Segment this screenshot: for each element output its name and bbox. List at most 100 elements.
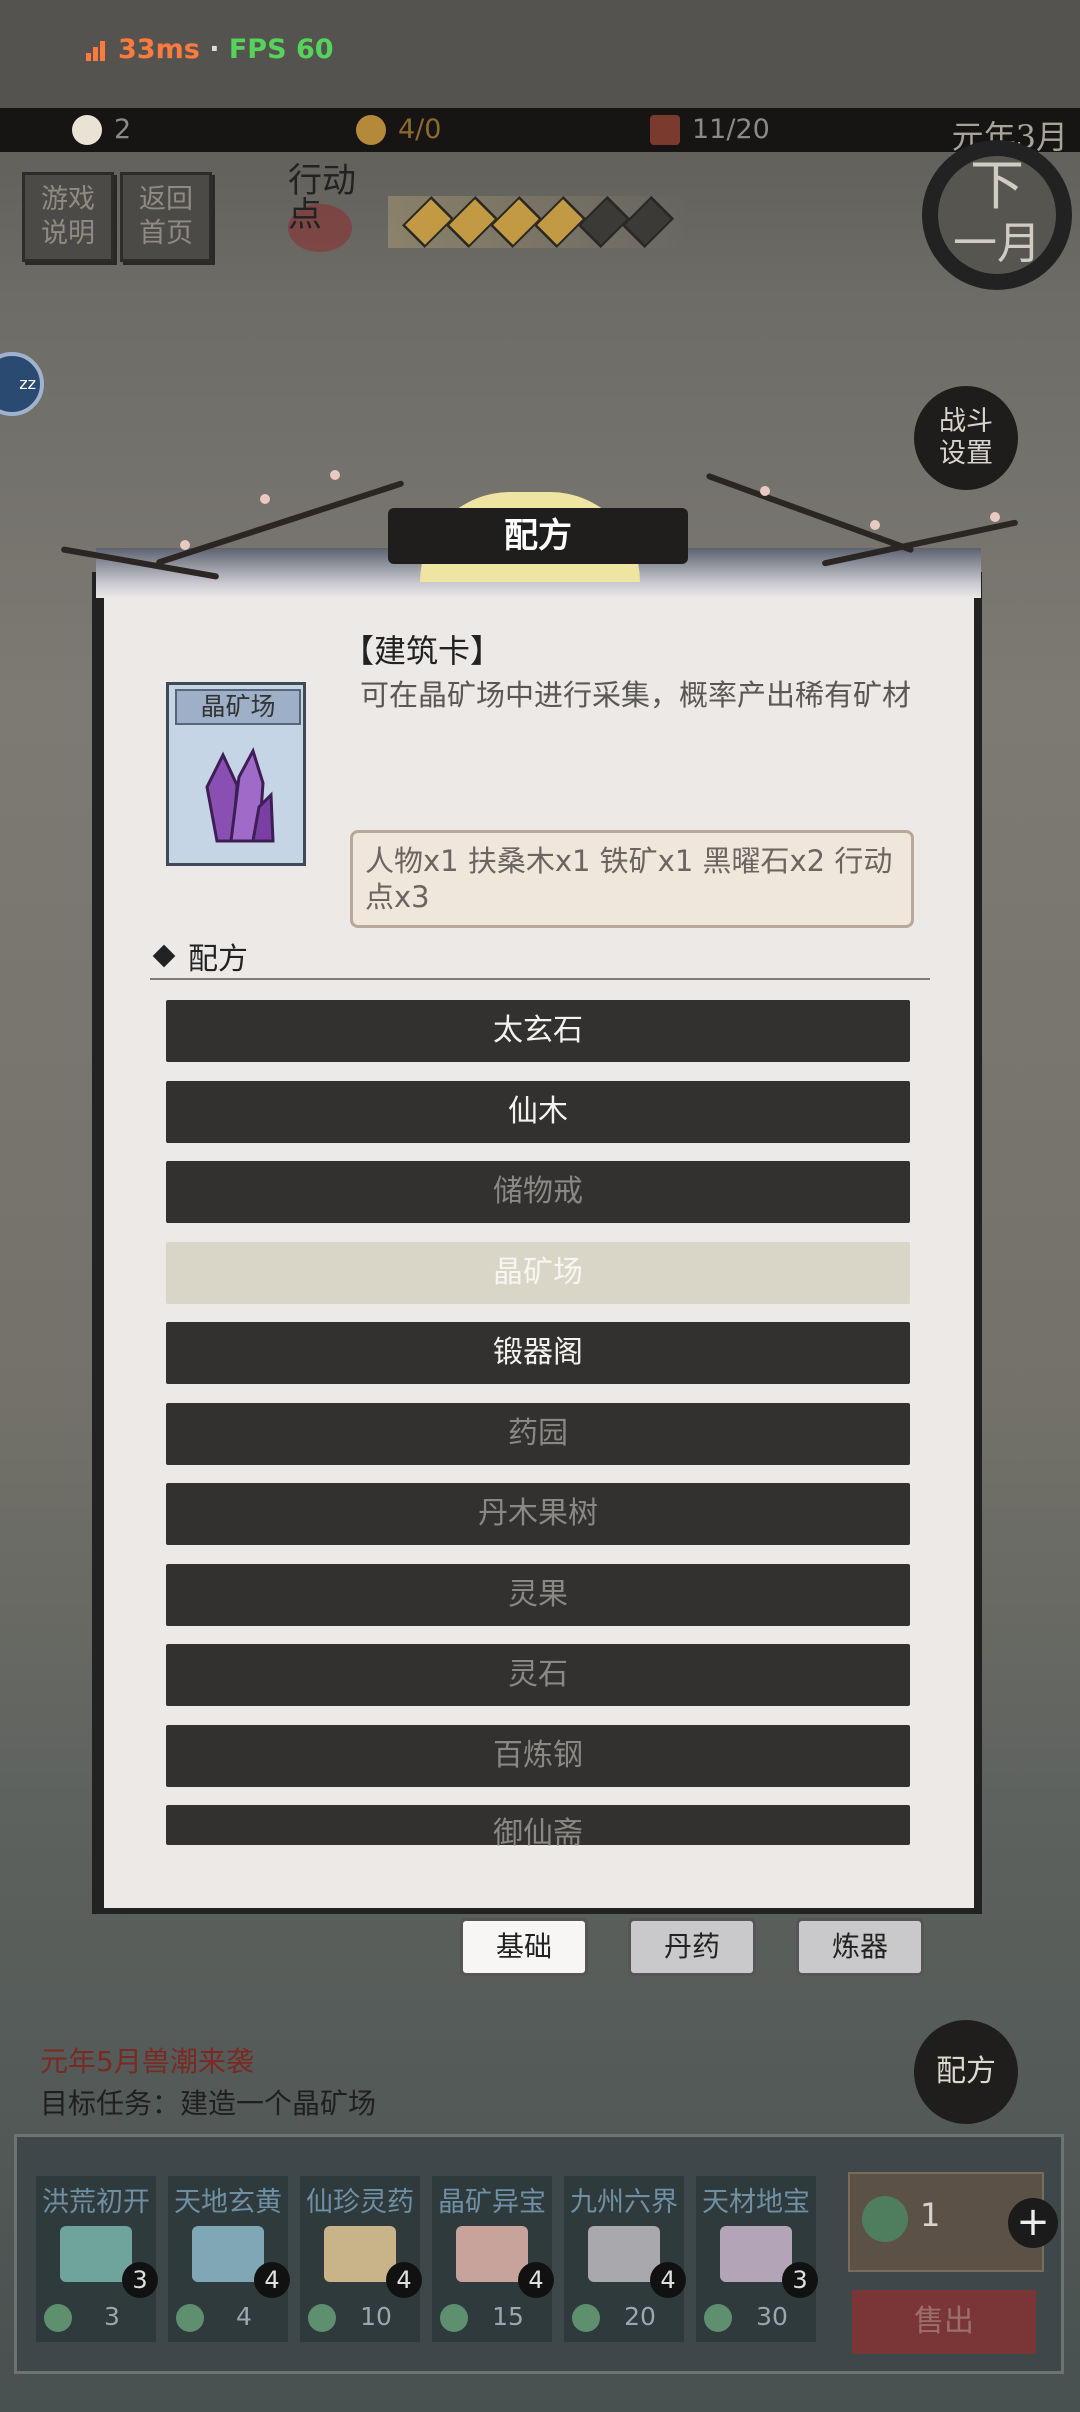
event-notice: 元年5月兽潮来袭 — [40, 2045, 254, 2078]
recipe-item[interactable]: 晶矿场 — [166, 1242, 910, 1304]
card-cost: 人物x1 扶桑木x1 铁矿x1 黑曜石x2 行动点x3 — [350, 830, 914, 928]
chest-icon — [720, 2226, 792, 2282]
food-value: 4/0 — [398, 114, 442, 145]
pack-name: 晶矿异宝 — [438, 2187, 546, 2218]
pack-price: 20 — [624, 2302, 656, 2331]
resource-bar: 2 4/0 11/20 元年3月 — [0, 108, 1080, 156]
add-jade-button[interactable]: + — [1008, 2198, 1058, 2248]
chest-icon — [588, 2226, 660, 2282]
recipe-item[interactable]: 仙木 — [166, 1081, 910, 1143]
recipe-item[interactable]: 百炼钢 — [166, 1725, 910, 1787]
return-home-label: 返回首页 — [139, 184, 193, 249]
person-icon — [72, 114, 102, 145]
game-help-button[interactable]: 游戏说明 — [22, 172, 114, 262]
network-stats: 33ms · FPS 60 — [86, 34, 334, 65]
recipe-item[interactable]: 丹木果树 — [166, 1483, 910, 1545]
jade-icon — [704, 2304, 732, 2332]
recipe-item[interactable]: 太玄石 — [166, 1000, 910, 1062]
tab-pills[interactable]: 丹药 — [628, 1918, 756, 1976]
pack-count: 4 — [386, 2262, 422, 2298]
ping-value: 33ms — [118, 34, 200, 65]
return-home-button[interactable]: 返回首页 — [120, 172, 212, 262]
card-pack[interactable]: 洪荒初开 3 3 — [36, 2176, 158, 2342]
blossom — [330, 470, 340, 480]
pack-price: 10 — [360, 2302, 392, 2331]
card-pack[interactable]: 九州六界 4 20 — [564, 2176, 686, 2342]
debug-status-bar: 33ms · FPS 60 — [0, 0, 1080, 108]
quest-text: 目标任务：建造一个晶矿场 — [40, 2087, 377, 2120]
empty-diamond-icon — [621, 195, 675, 249]
recipe-item[interactable]: 灵石 — [166, 1644, 910, 1706]
action-points-text: 行动点 — [288, 161, 356, 235]
card-name: 晶矿场 — [175, 689, 301, 725]
signal-icon — [86, 37, 110, 61]
chest-icon — [324, 2226, 396, 2282]
recipe-section-title: 配方 — [188, 942, 248, 977]
people-counter: 2 — [72, 114, 131, 145]
recipe-section-header: 配方 — [152, 934, 248, 978]
crystal-icon — [205, 747, 275, 843]
action-points-diamonds — [388, 195, 688, 249]
blossom — [760, 486, 770, 496]
sleep-badge-text: zz — [19, 374, 36, 393]
card-icon — [650, 114, 680, 145]
action-points-label: 行动点 — [288, 161, 368, 252]
recipe-button[interactable]: 配方 — [914, 2020, 1018, 2124]
card-pack[interactable]: 天地玄黄 4 4 — [168, 2176, 290, 2342]
jade-amount: 1 — [920, 2196, 941, 2234]
recipe-list[interactable]: 太玄石仙木储物戒晶矿场锻器阁药园丹木果树灵果灵石百炼钢御仙斋 — [166, 1000, 910, 1852]
pack-name: 仙珍灵药 — [306, 2187, 414, 2218]
card-value: 11/20 — [692, 114, 770, 145]
people-value: 2 — [114, 114, 132, 145]
filled-diamond-icon — [489, 195, 543, 249]
next-month-label-bottom: 一月 — [953, 218, 1041, 269]
tab-basic[interactable]: 基础 — [460, 1918, 588, 1976]
pack-count: 3 — [122, 2262, 158, 2298]
recipe-item[interactable]: 锻器阁 — [166, 1322, 910, 1384]
chest-icon — [60, 2226, 132, 2282]
fps-value: FPS 60 — [228, 34, 334, 65]
card-counter: 11/20 — [650, 114, 770, 145]
tab-artifacts[interactable]: 炼器 — [796, 1918, 924, 1976]
recipe-item[interactable]: 储物戒 — [166, 1161, 910, 1223]
food-counter: 4/0 — [356, 114, 441, 145]
section-divider — [150, 978, 930, 980]
jade-icon — [308, 2304, 336, 2332]
empty-diamond-icon — [577, 195, 631, 249]
card-pack[interactable]: 晶矿异宝 4 15 — [432, 2176, 554, 2342]
pack-name: 洪荒初开 — [42, 2187, 150, 2218]
separator: · — [209, 34, 220, 65]
next-month-button[interactable]: 下 一月 — [922, 140, 1072, 290]
filled-diamond-icon — [445, 195, 499, 249]
card-pack[interactable]: 天材地宝 3 30 — [696, 2176, 818, 2342]
card-description: 可在晶矿场中进行采集，概率产出稀有矿材 — [360, 678, 912, 712]
next-month-label-top: 下 — [970, 154, 1024, 217]
card-pack[interactable]: 仙珍灵药 4 10 — [300, 2176, 422, 2342]
card-type: 【建筑卡】 — [342, 632, 503, 670]
recipe-item[interactable]: 灵果 — [166, 1564, 910, 1626]
battle-settings-label: 战斗设置 — [939, 406, 993, 469]
game-help-label: 游戏说明 — [41, 184, 95, 249]
chest-icon — [456, 2226, 528, 2282]
blossom — [870, 520, 880, 530]
pack-price: 30 — [756, 2302, 788, 2331]
battle-settings-button[interactable]: 战斗设置 — [914, 386, 1018, 490]
pack-name: 九州六界 — [570, 2187, 678, 2218]
jade-icon — [44, 2304, 72, 2332]
jade-icon — [176, 2304, 204, 2332]
filled-diamond-icon — [533, 195, 587, 249]
jade-icon — [572, 2304, 600, 2332]
pack-count: 4 — [518, 2262, 554, 2298]
recipe-item[interactable]: 御仙斋 — [166, 1805, 910, 1851]
pack-price: 4 — [236, 2302, 252, 2331]
jade-icon — [862, 2196, 908, 2242]
building-card: 晶矿场 — [166, 682, 306, 866]
sell-button[interactable]: 售出 — [852, 2290, 1036, 2354]
blossom — [990, 512, 1000, 522]
recipe-item[interactable]: 药园 — [166, 1403, 910, 1465]
blossom — [180, 540, 190, 550]
jade-icon — [440, 2304, 468, 2332]
pack-count: 4 — [650, 2262, 686, 2298]
diamond-bullet-icon — [152, 944, 176, 968]
pack-name: 天材地宝 — [702, 2187, 810, 2218]
